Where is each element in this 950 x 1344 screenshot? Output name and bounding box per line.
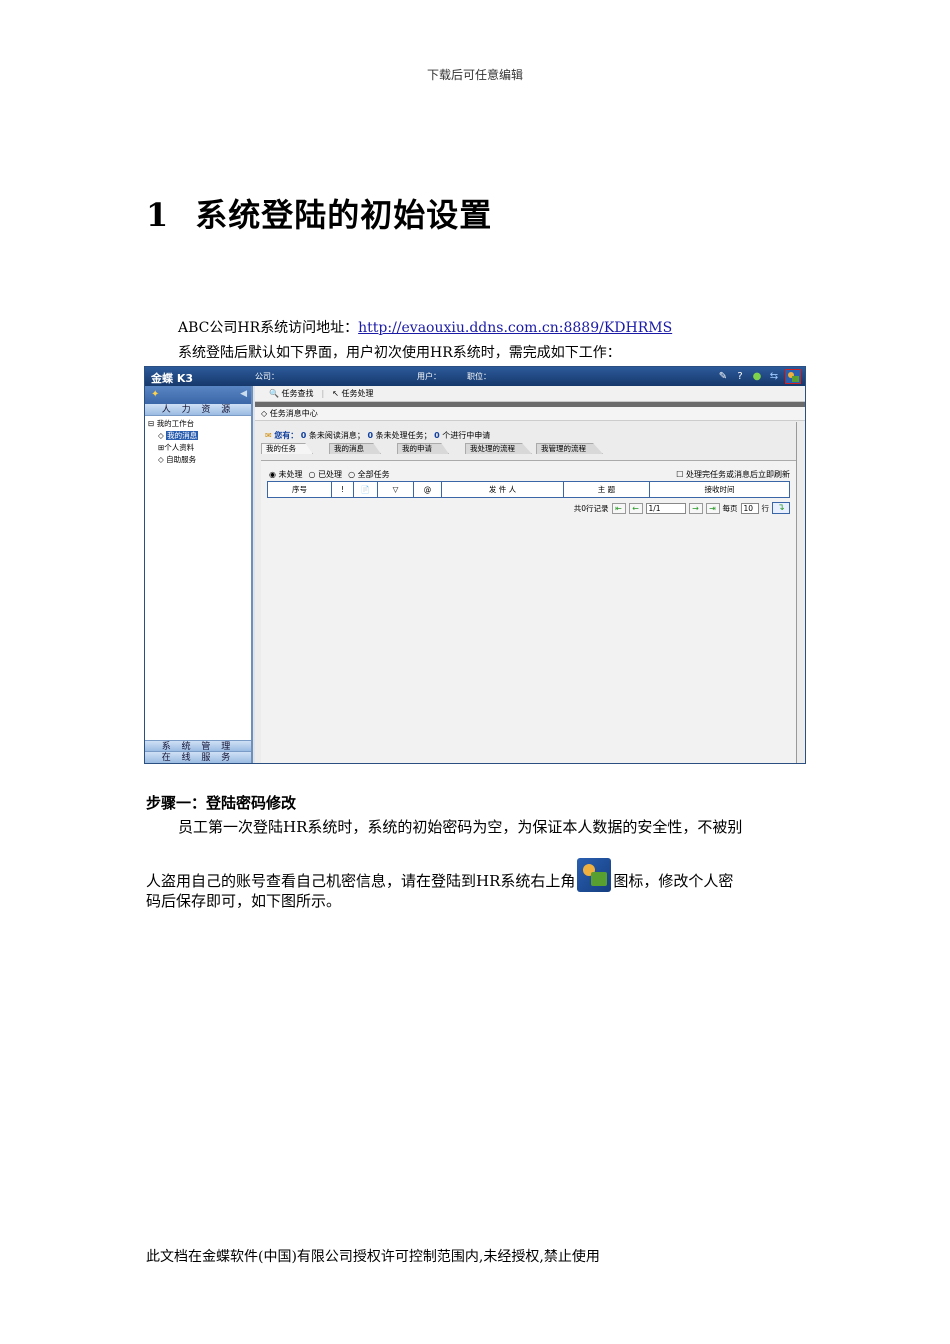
arrows-icon[interactable]: ⇆ bbox=[768, 370, 780, 383]
favorites-icon[interactable]: ✦ bbox=[151, 389, 159, 400]
footer-note: 此文档在金蝶软件(中国)有限公司授权许可控制范围内,未经授权,禁止使用 bbox=[146, 1249, 600, 1265]
task-table-header: 序号 ! 📄 ▽ @ 发 件 人 主 题 接收时间 bbox=[267, 481, 790, 498]
hr-system-screenshot: 金蝶 K3 公司： 用户： 职位： ✎ ? ● ⇆ ✦ ◀ 人 力 资 源 ⊟ … bbox=[144, 366, 806, 764]
intro-line: 系统登陆后默认如下界面，用户初次使用HR系统时，需完成如下工作： bbox=[178, 345, 621, 361]
prev-page-icon[interactable]: ← bbox=[628, 502, 643, 514]
category-system[interactable]: 系 统 管 理 bbox=[145, 740, 251, 752]
key-user-icon bbox=[577, 858, 612, 892]
main-pane: 🔍 任务查找 | ↖ 任务处理 ◇ 任务消息中心 ✉ 您有： 0 条未阅读消息；… bbox=[255, 386, 805, 763]
key-user-icon[interactable] bbox=[785, 369, 801, 384]
task-panel: ◉ 未处理 ○ 已处理 ○ 全部任务 ☐ 处理完任务或消息后立即刷新 序号 ! … bbox=[261, 460, 796, 763]
task-process-button[interactable]: ↖ 任务处理 bbox=[332, 388, 373, 399]
header-note: 下载后可任意编辑 bbox=[426, 68, 523, 82]
position-label: 职位： bbox=[467, 372, 491, 381]
heading-number: 1 bbox=[146, 196, 170, 234]
first-page-icon[interactable]: ⇤ bbox=[611, 502, 626, 514]
company-label: 公司： bbox=[255, 372, 279, 381]
tool-icon[interactable]: ✎ bbox=[717, 370, 729, 383]
radio-processed[interactable]: ○ 已处理 bbox=[309, 469, 343, 480]
tree-item-workbench[interactable]: ⊟ 我的工作台 bbox=[148, 418, 248, 430]
tab-processed-flows[interactable]: 我处理的流程 bbox=[465, 443, 532, 454]
app-topbar: 金蝶 K3 公司： 用户： 职位： ✎ ? ● ⇆ bbox=[145, 367, 805, 386]
refresh-checkbox[interactable]: ☐ 处理完任务或消息后立即刷新 bbox=[676, 469, 790, 480]
col-priority[interactable]: ! bbox=[332, 482, 354, 497]
col-sender[interactable]: 发 件 人 bbox=[442, 482, 564, 497]
bell-icon: ✉ bbox=[265, 431, 272, 440]
user-label: 用户： bbox=[417, 372, 441, 381]
tree-item-messages[interactable]: ◇ 我的消息 bbox=[148, 430, 248, 442]
rows-label: 行 bbox=[761, 503, 770, 513]
category-hr[interactable]: 人 力 资 源 bbox=[145, 404, 251, 416]
col-doc-icon[interactable]: 📄 bbox=[354, 482, 378, 497]
page-input[interactable]: 1/1 bbox=[645, 502, 686, 514]
tree-item-self-service[interactable]: ◇ 自助服务 bbox=[148, 454, 248, 466]
per-page-input[interactable]: 10 bbox=[740, 502, 759, 514]
sidebar: ✦ ◀ 人 力 资 源 ⊟ 我的工作台 ◇ 我的消息 ⊞个人资料 ◇ 自助服务 … bbox=[145, 386, 253, 763]
col-received-time[interactable]: 接收时间 bbox=[650, 482, 789, 497]
step1-title: 步骤一：登陆密码修改 bbox=[146, 794, 297, 812]
radio-all[interactable]: ○ 全部任务 bbox=[348, 469, 390, 480]
help-icon[interactable]: ? bbox=[734, 370, 746, 383]
access-url-link[interactable]: http://evaouxiu.ddns.com.cn:8889/KDHRMS bbox=[358, 320, 672, 336]
body-line-3: 码后保存即可，如下图所示。 bbox=[146, 892, 342, 910]
pager: 共0行记录 ⇤ ← 1/1 → ⇥ 每页 10 行 ↴ bbox=[574, 502, 790, 514]
sidebar-header: ✦ ◀ bbox=[145, 386, 251, 404]
search-icon: 🔍 bbox=[269, 389, 279, 398]
brand-logo: 金蝶 K3 bbox=[151, 372, 194, 385]
main-toolbar: 🔍 任务查找 | ↖ 任务处理 bbox=[255, 386, 805, 402]
per-page-label: 每页 bbox=[722, 503, 738, 513]
radio-unprocessed[interactable]: ◉ 未处理 bbox=[269, 469, 303, 480]
body-line-1: 员工第一次登陆HR系统时，系统的初始密码为空，为保证本人数据的安全性，不被别 bbox=[178, 818, 743, 836]
filter-radios: ◉ 未处理 ○ 已处理 ○ 全部任务 bbox=[269, 469, 390, 480]
task-search-button[interactable]: 🔍 任务查找 bbox=[269, 388, 314, 399]
message-center-title: ◇ 任务消息中心 bbox=[255, 407, 805, 421]
tab-my-messages[interactable]: 我的消息 bbox=[329, 443, 381, 454]
access-label: ABC公司HR系统访问地址： bbox=[178, 320, 359, 336]
status-dot-icon[interactable]: ● bbox=[751, 370, 763, 383]
last-page-icon[interactable]: ⇥ bbox=[705, 502, 720, 514]
record-count: 共0行记录 bbox=[573, 503, 609, 513]
cursor-icon: ↖ bbox=[332, 389, 339, 398]
col-subject[interactable]: 主 题 bbox=[564, 482, 650, 497]
heading-text: 系统登陆的初始设置 bbox=[195, 196, 493, 234]
tab-my-applications[interactable]: 我的申请 bbox=[397, 443, 449, 454]
body-line-2: 人盗用自己的账号查看自己机密信息，请在登陆到HR系统右上角 图标，修改个人密 bbox=[146, 858, 806, 892]
tree-item-profile[interactable]: ⊞个人资料 bbox=[148, 442, 248, 454]
tab-bar: 我的任务 我的消息 我的申请 我处理的流程 我管理的流程 bbox=[261, 443, 796, 454]
collapse-icon[interactable]: ◀ bbox=[240, 389, 247, 399]
col-index[interactable]: 序号 bbox=[268, 482, 332, 497]
section-heading: 1 系统登陆的初始设置 bbox=[146, 190, 492, 236]
col-filter-icon[interactable]: ▽ bbox=[378, 482, 414, 497]
go-icon[interactable]: ↴ bbox=[772, 502, 790, 514]
message-content: ✉ 您有： 0 条未阅读消息； 0 条未处理任务； 0 个进行中申请 我的任务 … bbox=[259, 422, 797, 763]
stats-line: ✉ 您有： 0 条未阅读消息； 0 条未处理任务； 0 个进行中申请 bbox=[265, 431, 491, 440]
access-line: ABC公司HR系统访问地址：http://evaouxiu.ddns.com.c… bbox=[178, 318, 672, 338]
tab-my-tasks[interactable]: 我的任务 bbox=[261, 443, 313, 454]
category-online[interactable]: 在 线 服 务 bbox=[145, 752, 251, 763]
sidebar-tree: ⊟ 我的工作台 ◇ 我的消息 ⊞个人资料 ◇ 自助服务 bbox=[145, 416, 251, 468]
next-page-icon[interactable]: → bbox=[688, 502, 703, 514]
tab-managed-flows[interactable]: 我管理的流程 bbox=[536, 443, 603, 454]
col-attach-icon[interactable]: @ bbox=[414, 482, 442, 497]
